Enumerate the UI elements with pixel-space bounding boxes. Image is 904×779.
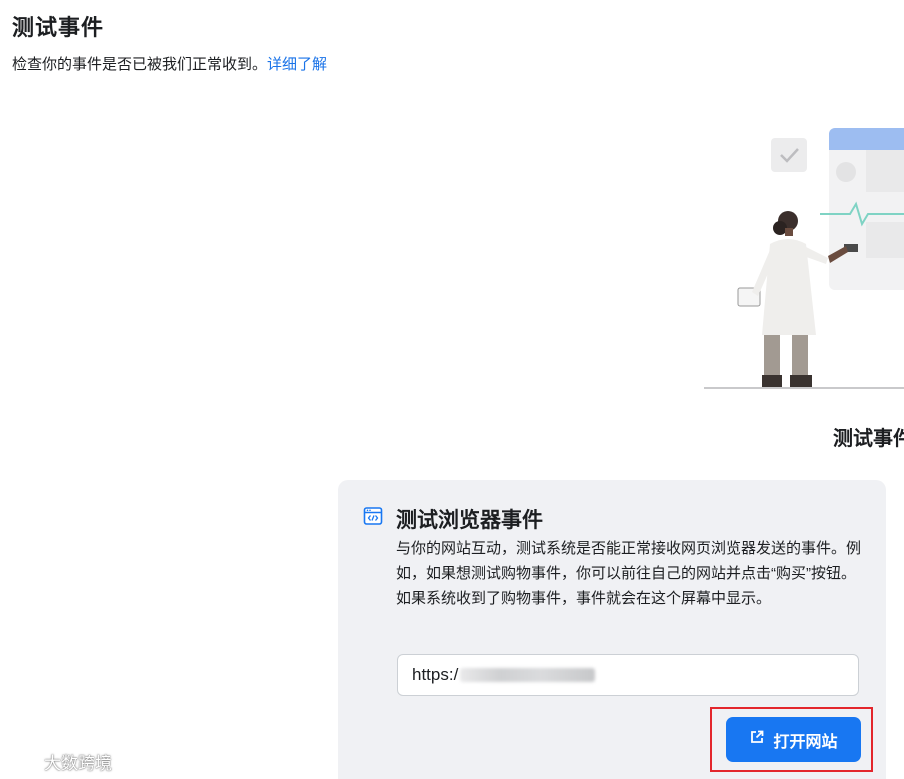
browser-code-icon (363, 506, 383, 526)
subtitle-text: 检查你的事件是否已被我们正常收到。 (12, 56, 268, 73)
card-description: 与你的网站互动，测试系统是否能正常接收网页浏览器发送的事件。例如，如果想测试购物… (396, 540, 862, 607)
card-title: 测试浏览器事件 (396, 509, 543, 532)
open-website-button[interactable]: 打开网站 (726, 717, 861, 762)
external-link-icon (749, 729, 765, 750)
page-subtitle: 检查你的事件是否已被我们正常收到。详细了解 (12, 53, 327, 74)
redacted-url (460, 668, 596, 682)
test-browser-events-card: 测试浏览器事件 与你的网站互动，测试系统是否能正常接收网页浏览器发送的事件。例如… (338, 480, 886, 779)
website-url-input[interactable]: https:/ (397, 654, 859, 696)
doctor-illustration (700, 120, 904, 395)
watermark: 大数跨境 (6, 749, 112, 774)
page-title: 测试事件 (12, 15, 105, 40)
open-website-label: 打开网站 (773, 733, 838, 751)
illustration-heading: 测试事件 (833, 428, 904, 450)
url-value: https:/ (412, 665, 459, 684)
learn-more-link[interactable]: 详细了解 (267, 56, 327, 73)
watermark-text: 大数跨境 (44, 754, 112, 773)
watermark-logo-icon (7, 754, 38, 770)
